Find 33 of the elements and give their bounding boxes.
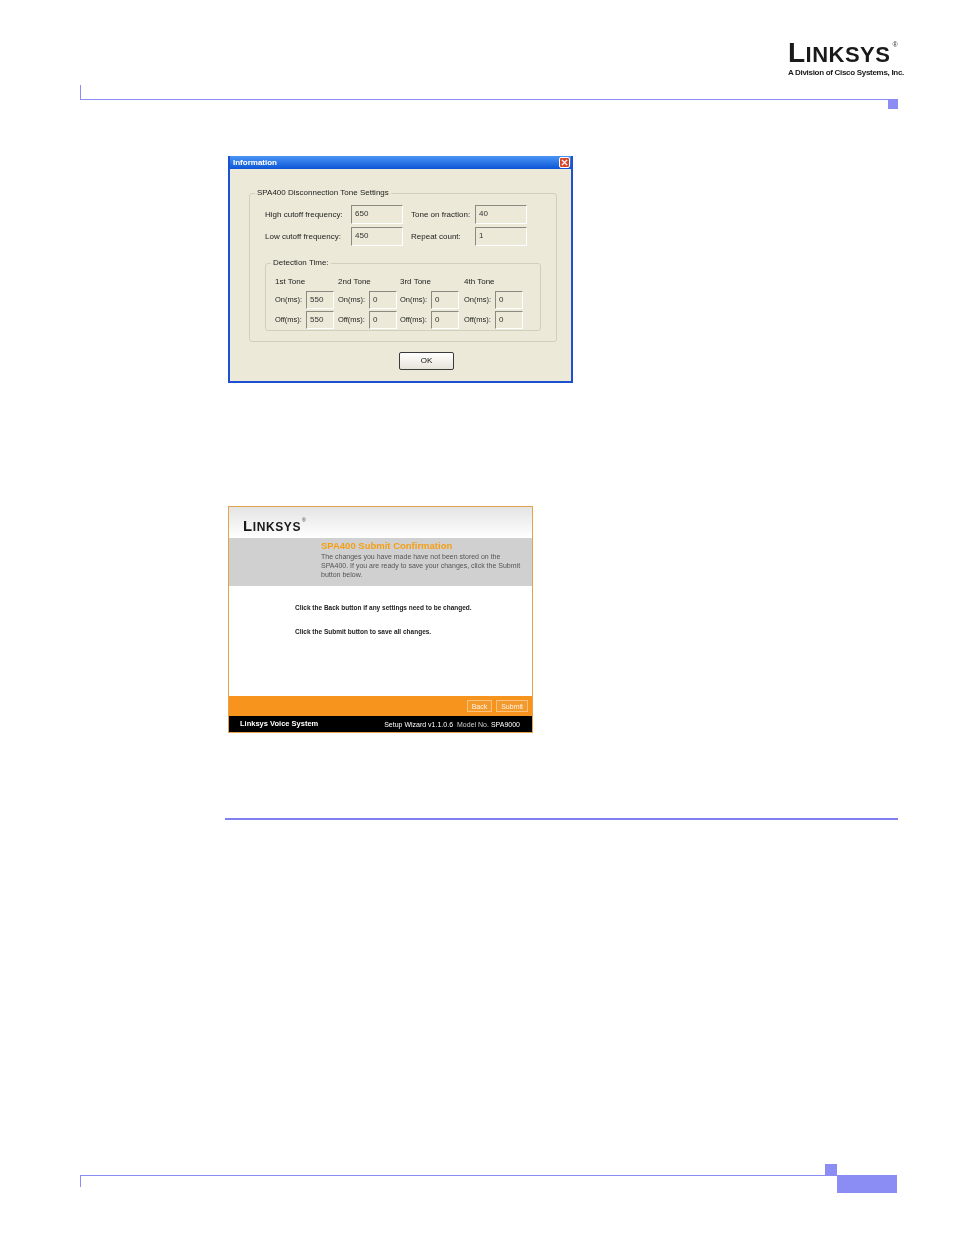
input-field[interactable]: 450 <box>351 227 403 246</box>
input-field[interactable]: 550 <box>306 291 334 309</box>
group-title: Detection Time: <box>272 257 330 269</box>
input-field[interactable]: 0 <box>431 291 459 309</box>
input-field[interactable]: 0 <box>369 291 397 309</box>
window-title: Information <box>233 158 277 167</box>
ok-button[interactable]: OK <box>399 352 454 370</box>
logo-tagline: A Division of Cisco Systems, Inc. <box>787 68 904 78</box>
tone-heading: 1st Tone <box>275 276 307 288</box>
input-field[interactable]: 40 <box>475 205 527 224</box>
input-field[interactable]: 1 <box>475 227 527 246</box>
input-field[interactable]: 0 <box>495 291 523 309</box>
tone-heading: 4th Tone <box>464 276 496 288</box>
input-field[interactable]: 0 <box>495 311 523 329</box>
page-tab-marker <box>837 1175 897 1193</box>
page-title: SPA400 Submit Confirmation <box>321 540 454 551</box>
logo-wordmark: LINKSYS <box>787 40 891 68</box>
input-field[interactable]: 650 <box>351 205 403 224</box>
close-icon <box>561 159 568 166</box>
input-field[interactable]: 0 <box>431 311 459 329</box>
logo-wordmark: LINKSYS <box>243 518 302 535</box>
field-label: Repeat count: <box>411 232 462 241</box>
corner-marker-icon <box>825 1164 837 1175</box>
input-field[interactable]: 550 <box>306 311 334 329</box>
tone-heading: 3rd Tone <box>400 276 432 288</box>
field-label: Tone on fraction: <box>411 210 472 219</box>
input-field[interactable]: 0 <box>369 311 397 329</box>
field-label: High cutoff frequency: <box>265 210 344 219</box>
corner-marker-icon <box>888 99 898 109</box>
field-label: Low cutoff frequency: <box>265 232 342 241</box>
group-title: SPA400 Disconnection Tone Settings <box>256 187 390 199</box>
tone-heading: 2nd Tone <box>338 276 372 288</box>
close-button[interactable] <box>559 157 570 168</box>
